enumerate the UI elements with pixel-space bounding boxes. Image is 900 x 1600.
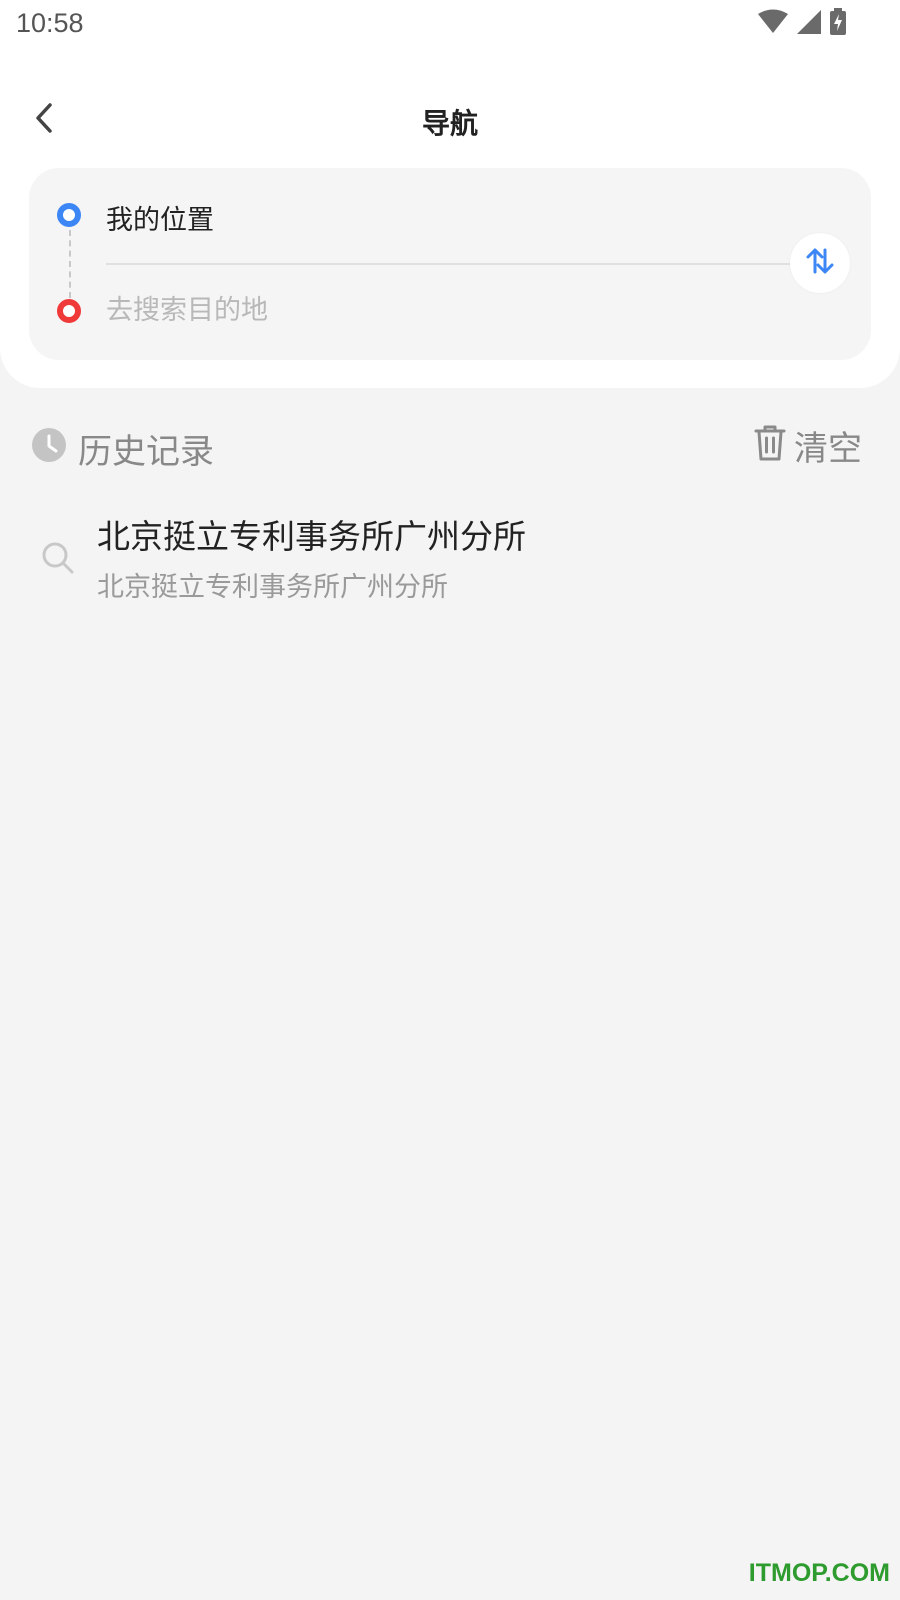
history-item-subtitle: 北京挺立专利事务所广州分所: [97, 572, 448, 603]
swap-route-button[interactable]: [790, 233, 850, 293]
wifi-icon: [758, 9, 788, 39]
history-header: 历史记录 清空: [0, 420, 900, 472]
search-icon: [40, 540, 76, 576]
trash-icon: [754, 424, 786, 466]
route-divider: [106, 263, 799, 265]
status-icons: [758, 8, 848, 40]
watermark: ITMOP.COM: [748, 1559, 890, 1587]
swap-vertical-icon: [804, 245, 836, 281]
route-card: 我的位置: [29, 168, 871, 360]
origin-field[interactable]: 我的位置: [106, 198, 214, 237]
history-item[interactable]: 北京挺立专利事务所广州分所 北京挺立专利事务所广州分所: [0, 500, 900, 610]
history-title: 历史记录: [78, 432, 214, 472]
clear-label: 清空: [794, 428, 862, 469]
destination-search-input[interactable]: [106, 288, 706, 332]
status-time: 10:58: [16, 8, 84, 38]
clock-icon: [32, 428, 66, 462]
origin-marker-icon: [57, 203, 81, 227]
signal-icon: [794, 9, 822, 39]
status-bar: 10:58: [0, 0, 900, 50]
battery-charging-icon: [828, 8, 848, 40]
route-connector: [69, 230, 71, 298]
history-item-title: 北京挺立专利事务所广州分所: [97, 517, 526, 556]
destination-marker-icon: [57, 299, 81, 323]
page-title: 导航: [421, 107, 478, 140]
header: 导航: [0, 90, 900, 150]
clear-history-button[interactable]: 清空: [754, 420, 862, 470]
